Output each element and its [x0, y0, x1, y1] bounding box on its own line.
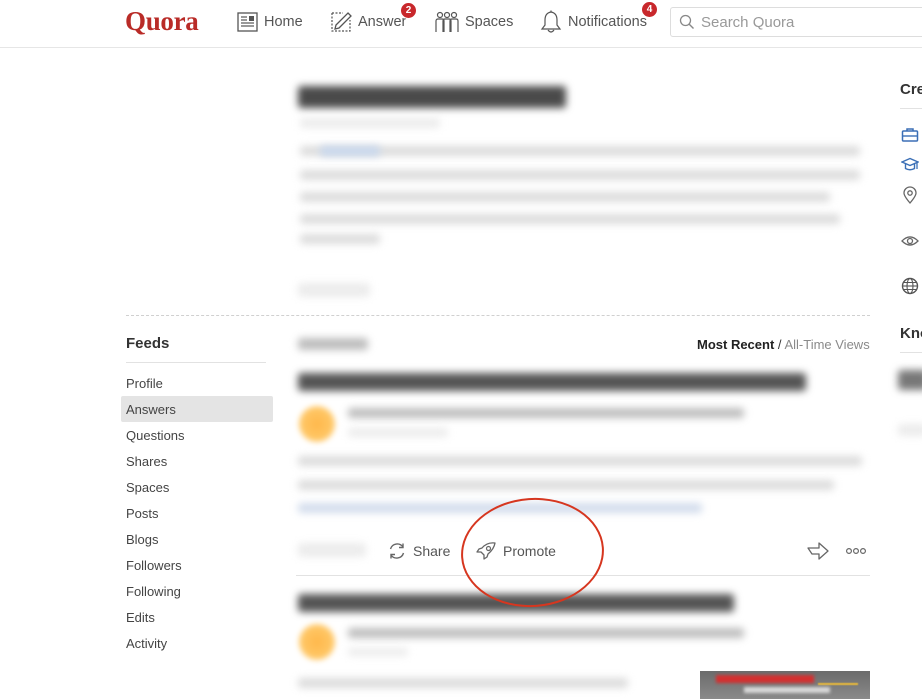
feed-item-profile[interactable]: Profile — [121, 370, 273, 396]
nav-spaces-label: Spaces — [465, 14, 514, 30]
more-options-icon — [845, 547, 867, 555]
profile-bio-line-blurred — [300, 214, 840, 224]
search-icon — [679, 14, 694, 29]
feed-item-answers[interactable]: Answers — [121, 396, 273, 422]
globe-icon — [901, 277, 919, 295]
sort-options: Most Recent / All-Time Views — [697, 337, 870, 352]
search-box[interactable] — [670, 7, 922, 37]
nav-answer[interactable]: Answer — [330, 8, 406, 36]
knows-about-heading: Kno — [900, 325, 922, 342]
nav-home[interactable]: Home — [237, 8, 303, 36]
bell-icon — [540, 10, 562, 33]
answer-text-line-blurred — [298, 480, 834, 490]
share-button[interactable]: Share — [387, 541, 450, 561]
answers-count-blurred — [298, 338, 368, 350]
profile-name-blurred — [298, 86, 566, 108]
search-input[interactable] — [701, 13, 921, 31]
answer-text-line-blurred — [298, 456, 862, 466]
feed-item-activity[interactable]: Activity — [121, 630, 273, 656]
sort-all-time-views[interactable]: All-Time Views — [784, 337, 869, 352]
notifications-count-badge: 4 — [641, 1, 658, 18]
top-navigation-bar: Quora Home Answer 2 Spaces Notifications… — [0, 0, 922, 48]
feed-item-shares[interactable]: Shares — [121, 448, 273, 474]
author-credential-blurred — [348, 628, 744, 638]
sort-most-recent[interactable]: Most Recent — [697, 337, 774, 352]
feed-item-spaces[interactable]: Spaces — [121, 474, 273, 500]
feed-item-following[interactable]: Following — [121, 578, 273, 604]
feed-item-edits[interactable]: Edits — [121, 604, 273, 630]
profile-edit-button-blurred — [298, 283, 370, 297]
feed-item-posts[interactable]: Posts — [121, 500, 273, 526]
home-feed-icon — [237, 12, 258, 32]
thumbnail-subtitle-shape — [744, 687, 830, 693]
share-refresh-icon — [389, 543, 405, 559]
feeds-heading: Feeds — [126, 335, 170, 352]
profile-bio-line-blurred — [300, 170, 860, 180]
profile-tagline-blurred — [300, 118, 440, 128]
author-credential-blurred — [348, 408, 744, 418]
answer-text-line-blurred — [298, 503, 702, 513]
answer-date-blurred — [348, 428, 448, 437]
credentials-divider — [900, 108, 922, 109]
promote-button[interactable]: Promote — [475, 541, 556, 561]
author-avatar[interactable] — [299, 624, 335, 660]
profile-bio-line-blurred — [300, 234, 380, 244]
section-divider — [126, 315, 870, 316]
profile-bio-link-blurred — [320, 146, 380, 156]
downvote-arrow-icon — [807, 542, 829, 560]
briefcase-icon[interactable] — [901, 126, 919, 144]
answer-thumbnail-image[interactable] — [700, 671, 870, 699]
topic-item-blurred[interactable] — [898, 370, 922, 390]
feeds-divider — [126, 362, 266, 363]
feed-item-blogs[interactable]: Blogs — [121, 526, 273, 552]
credentials-heading: Cre — [900, 81, 922, 98]
eye-icon — [901, 236, 919, 246]
nav-notifications[interactable]: Notifications — [540, 8, 647, 36]
topic-item-blurred[interactable] — [898, 424, 922, 436]
answer-question-title-blurred[interactable] — [298, 594, 734, 612]
nav-notifications-label: Notifications — [568, 14, 647, 30]
pencil-icon — [331, 12, 352, 32]
profile-bio-line-blurred — [300, 146, 860, 156]
location-pin-icon[interactable] — [901, 186, 919, 204]
promote-label: Promote — [503, 543, 556, 559]
spaces-people-icon — [435, 11, 459, 32]
answer-count-badge: 2 — [400, 2, 417, 19]
sort-separator: / — [777, 337, 782, 352]
nav-home-label: Home — [264, 14, 303, 30]
thumbnail-accent-shape — [818, 673, 858, 685]
more-options-button[interactable] — [845, 541, 867, 561]
profile-bio-line-blurred — [300, 192, 830, 202]
feed-item-questions[interactable]: Questions — [121, 422, 273, 448]
upvote-button-blurred[interactable] — [298, 543, 366, 557]
nav-spaces[interactable]: Spaces — [435, 8, 513, 36]
answer-divider — [296, 575, 870, 576]
feed-item-followers[interactable]: Followers — [121, 552, 273, 578]
rocket-icon — [476, 542, 496, 560]
quora-logo[interactable]: Quora — [125, 6, 199, 37]
feeds-list: Profile Answers Questions Shares Spaces … — [121, 370, 273, 656]
graduation-cap-icon[interactable] — [901, 156, 919, 174]
share-label: Share — [413, 543, 451, 559]
nav-answer-label: Answer — [358, 14, 407, 30]
author-avatar[interactable] — [299, 406, 335, 442]
downvote-button[interactable] — [807, 541, 829, 561]
knows-about-divider — [900, 352, 922, 353]
answer-date-blurred — [348, 648, 408, 656]
answer-question-title-blurred[interactable] — [298, 373, 806, 391]
thumbnail-title-shape — [716, 675, 814, 683]
answer-text-line-blurred — [298, 678, 628, 688]
